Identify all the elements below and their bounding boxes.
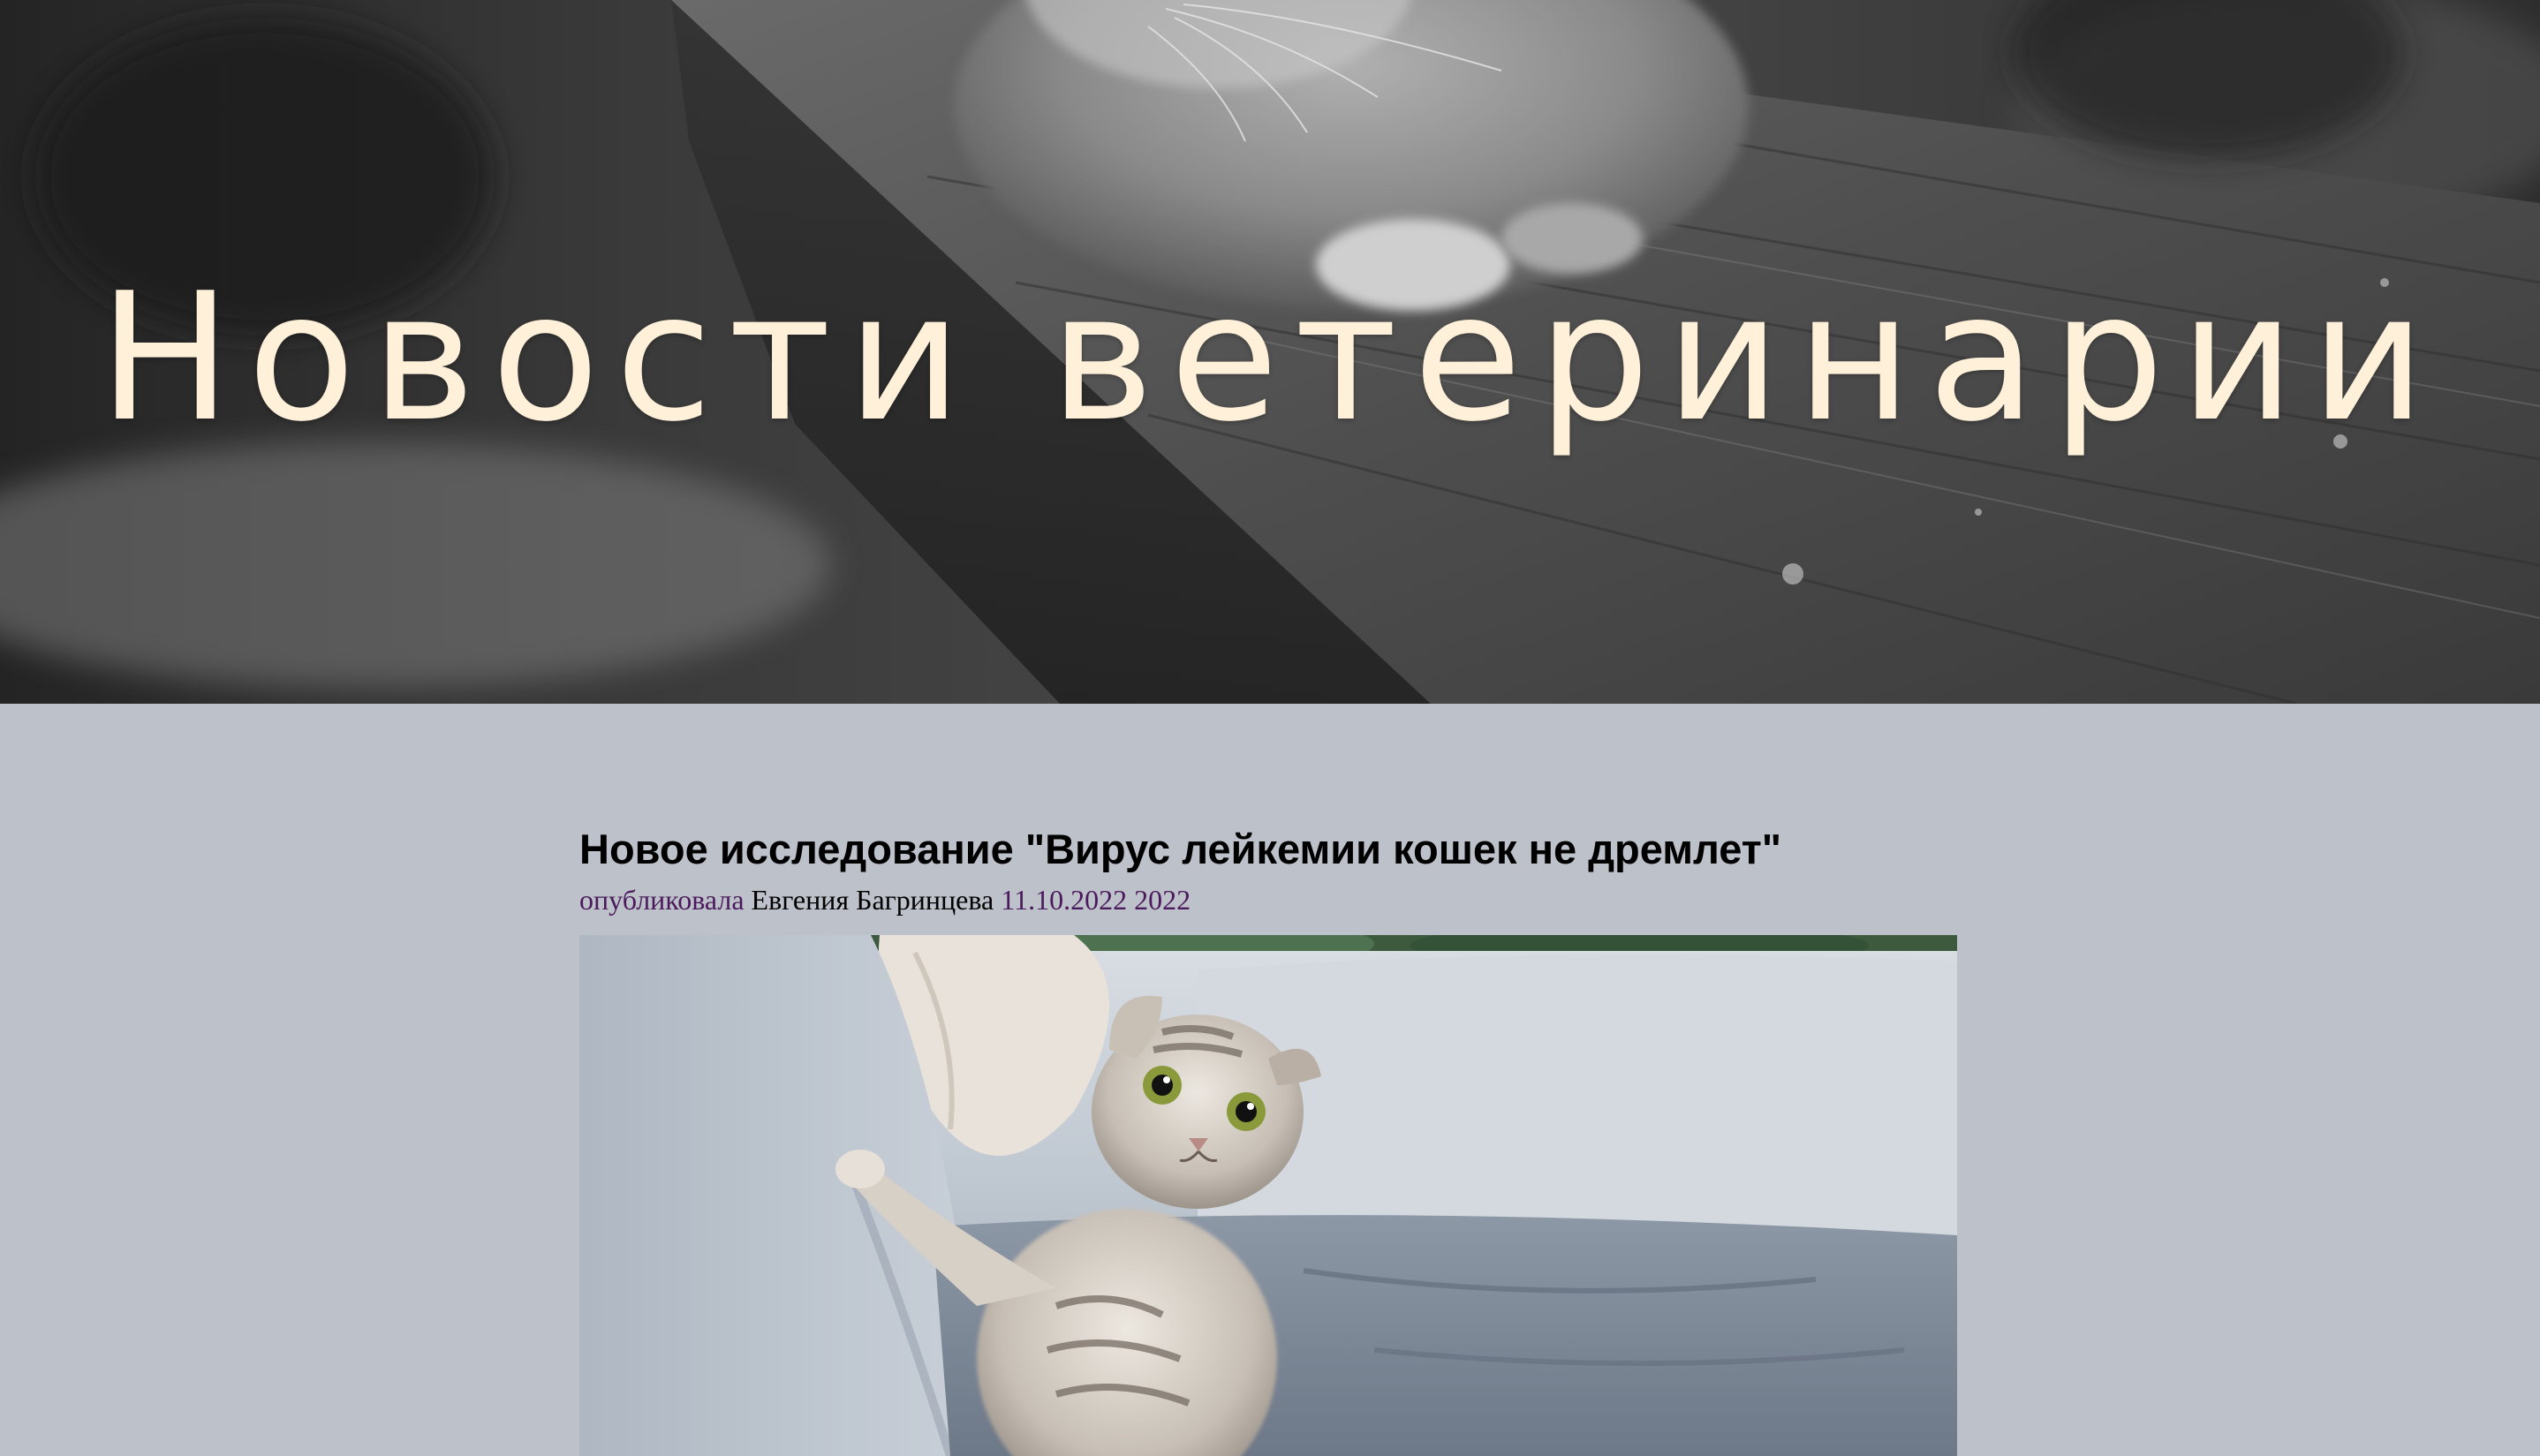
publish-date: 11.10.2022 2022 (1001, 884, 1191, 916)
news-article: Новое исследование "Вирус лейкемии кошек… (579, 821, 1957, 1456)
published-label: опубликовала (579, 884, 745, 916)
article-meta: опубликовала Евгения Багринцева 11.10.20… (579, 881, 1957, 918)
hero-banner: Новости ветеринарии (0, 0, 2540, 704)
kitten-photo (579, 935, 1957, 1456)
article-image (579, 935, 1957, 1456)
site-title: Новости ветеринарии (98, 255, 2442, 461)
article-title[interactable]: Новое исследование "Вирус лейкемии кошек… (579, 821, 1957, 878)
author-name: Евгения Багринцева (751, 884, 994, 916)
